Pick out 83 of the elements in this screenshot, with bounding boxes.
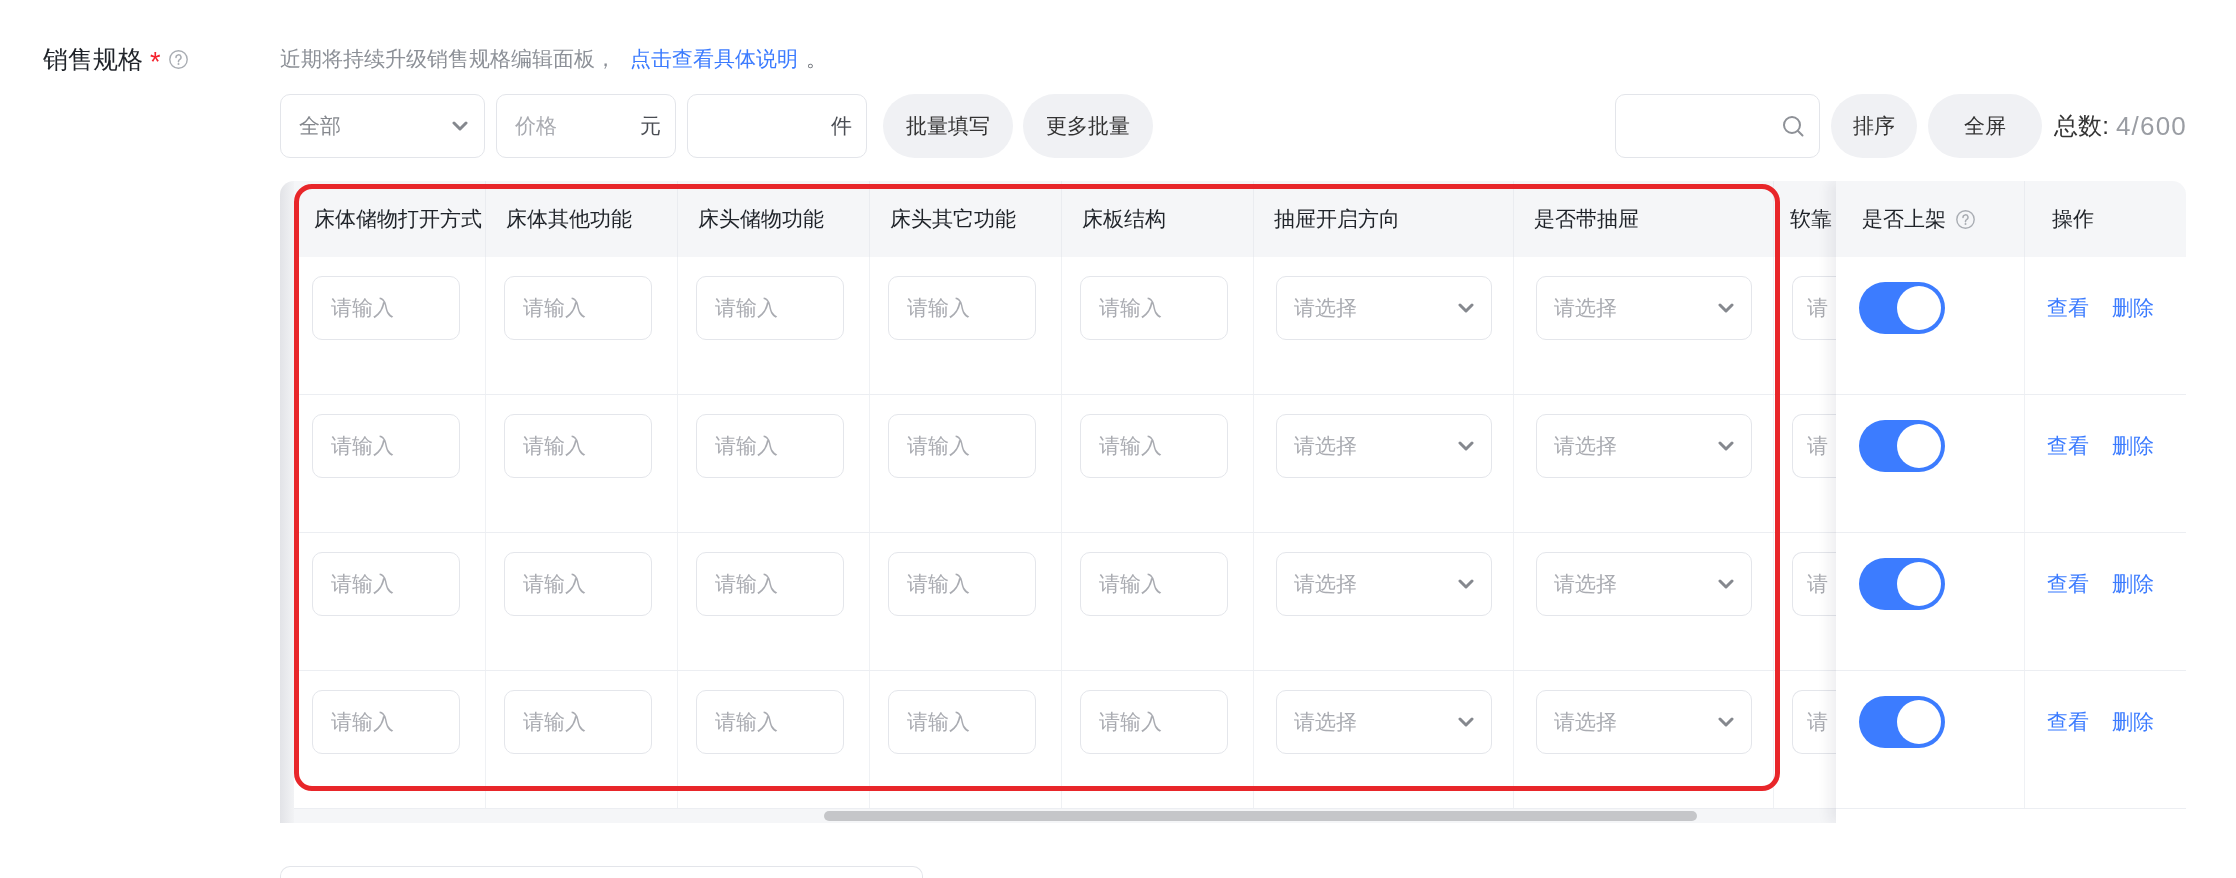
filter-select[interactable]: 全部 [280,94,485,158]
select-field[interactable]: 请选择 [1276,276,1492,340]
action-link[interactable]: 删除 [2112,294,2154,322]
field-label: 销售规格 [43,43,143,75]
input-field[interactable]: 请输入 [312,414,460,478]
input-field[interactable]: 请输入 [888,552,1036,616]
input-field[interactable]: 请 [1792,414,1836,478]
column-header: 软靠 [1790,206,1832,232]
column-header: 操作 [2052,206,2094,232]
chevron-down-icon [1718,441,1734,451]
required-mark: * [150,46,161,72]
toggle-switch[interactable] [1859,558,1945,610]
input-field[interactable]: 请输入 [1080,414,1228,478]
unit-label: 元 [640,113,661,139]
input-field[interactable]: 请输入 [696,552,844,616]
action-link[interactable]: 查看 [2047,570,2089,598]
input-field[interactable]: 请输入 [888,690,1036,754]
chevron-down-icon [1718,579,1734,589]
help-icon[interactable] [168,49,188,69]
input-field[interactable]: 请输入 [504,276,652,340]
chevron-down-icon [1458,303,1474,313]
column-header: 床板结构 [1082,206,1166,232]
action-link[interactable]: 删除 [2112,570,2154,598]
input-field[interactable]: 请 [1792,552,1836,616]
input-field[interactable]: 请输入 [504,552,652,616]
input-field[interactable]: 请输入 [696,414,844,478]
select-field[interactable]: 请选择 [1276,552,1492,616]
toggle-switch[interactable] [1859,696,1945,748]
input-field[interactable]: 请输入 [312,690,460,754]
toggle-switch[interactable] [1859,420,1945,472]
input-field[interactable]: 请输入 [696,276,844,340]
input-field[interactable]: 请输入 [504,690,652,754]
chevron-down-icon [1718,303,1734,313]
column-header: 床头其它功能 [890,206,1016,232]
input-field[interactable]: 请输入 [888,414,1036,478]
total-count: 4/600 [2115,110,2187,142]
input-field[interactable]: 请输入 [1080,690,1228,754]
select-field[interactable]: 请选择 [1536,414,1752,478]
column-header: 床体其他功能 [506,206,632,232]
column-header: 是否带抽屉 [1534,206,1639,232]
action-link[interactable]: 查看 [2047,708,2089,736]
input-field[interactable] [280,866,923,878]
search-field[interactable] [1615,94,1821,158]
chevron-down-icon [1718,717,1734,727]
unit-label: 件 [831,113,852,139]
toolbar-button[interactable]: 全屏 [1928,94,2043,158]
column-header: 床头储物功能 [698,206,824,232]
scrollbar-thumb[interactable] [824,811,1697,821]
select-field[interactable]: 请选择 [1536,690,1752,754]
column-header: 抽屉开启方向 [1274,206,1400,232]
select-field[interactable]: 请选择 [1536,552,1752,616]
chevron-down-icon [1458,579,1474,589]
toggle-switch[interactable] [1859,282,1945,334]
toolbar-button[interactable]: 排序 [1831,94,1918,158]
action-link[interactable]: 删除 [2112,708,2154,736]
select-field[interactable]: 请选择 [1276,690,1492,754]
help-link[interactable]: 点击查看具体说明 [630,47,798,70]
search-icon[interactable] [1782,115,1805,137]
input-field[interactable]: 请 [1792,276,1836,340]
input-field[interactable]: 请输入 [696,690,844,754]
chevron-down-icon [1458,441,1474,451]
select-field[interactable]: 请选择 [1536,276,1752,340]
toolbar-button[interactable]: 批量填写 [883,94,1013,158]
input-field[interactable]: 请输入 [504,414,652,478]
action-link[interactable]: 查看 [2047,294,2089,322]
toolbar-button[interactable]: 更多批量 [1023,94,1153,158]
action-link[interactable]: 查看 [2047,432,2089,460]
input-field[interactable]: 请输入 [888,276,1036,340]
chevron-down-icon [452,121,468,131]
input-field[interactable]: 请输入 [312,276,460,340]
action-link[interactable]: 删除 [2112,432,2154,460]
input-field[interactable]: 请输入 [1080,276,1228,340]
chevron-down-icon [1458,717,1474,727]
input-field[interactable]: 请输入 [312,552,460,616]
help-icon[interactable] [1956,209,1975,229]
input-field[interactable]: 请 [1792,690,1836,754]
input-field[interactable]: 请输入 [1080,552,1228,616]
column-header: 是否上架 [1862,206,1946,232]
quantity-field[interactable] [687,94,867,158]
select-field[interactable]: 请选择 [1276,414,1492,478]
total-label: 总数: [2054,111,2109,141]
column-header: 床体储物打开方式 [314,206,482,232]
hint-text: 近期将持续升级销售规格编辑面板， 点击查看具体说明 。 [280,46,827,72]
